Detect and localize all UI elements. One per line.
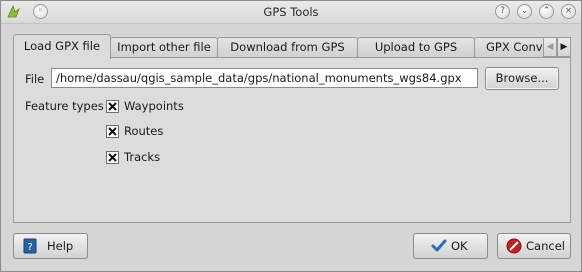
ok-button[interactable]: OK	[413, 233, 488, 259]
checkmark-icon	[108, 127, 117, 136]
tab-scroll-right-icon[interactable]: ▶	[557, 37, 571, 57]
browse-button[interactable]: Browse...	[485, 67, 559, 90]
tracks-label[interactable]: Tracks	[124, 150, 160, 164]
tab-scroll-left-icon[interactable]: ◀	[543, 37, 557, 57]
waypoints-checkbox[interactable]	[106, 100, 119, 113]
help-button[interactable]: ? Help	[13, 233, 88, 259]
waypoints-label[interactable]: Waypoints	[124, 99, 184, 113]
help-icon[interactable]: ?	[495, 4, 510, 19]
minimize-icon[interactable]: ⌄	[517, 4, 532, 19]
tracks-checkbox[interactable]	[106, 151, 119, 164]
cancel-button-label: Cancel	[526, 239, 565, 253]
feature-types-label: Feature types	[25, 99, 104, 113]
tab-gpx-conversions[interactable]: GPX Convers	[474, 37, 554, 58]
svg-text:?: ?	[27, 242, 32, 253]
routes-label[interactable]: Routes	[124, 124, 163, 138]
gps-tools-dialog: ◦ GPS Tools ? ⌄ ⌃ × Load GPX file Import…	[0, 0, 582, 272]
checkmark-icon	[431, 238, 447, 254]
tab-import-other-file[interactable]: Import other file	[110, 37, 218, 58]
title-bar[interactable]: ◦ GPS Tools ? ⌄ ⌃ ×	[1, 1, 581, 24]
routes-checkbox[interactable]	[106, 125, 119, 138]
help-button-label: Help	[47, 239, 74, 253]
cancel-icon	[506, 238, 522, 254]
checkmark-icon	[108, 153, 117, 162]
help-book-icon: ?	[22, 238, 38, 254]
file-label: File	[25, 72, 45, 86]
close-icon[interactable]: ×	[561, 4, 576, 19]
window-title: GPS Tools	[263, 5, 319, 19]
tab-upload-to-gps[interactable]: Upload to GPS	[357, 37, 475, 58]
checkmark-icon	[108, 102, 117, 111]
tab-load-gpx-file[interactable]: Load GPX file	[13, 34, 111, 59]
tab-bar: Load GPX file Import other file Download…	[13, 34, 573, 59]
file-path-input[interactable]	[51, 68, 478, 88]
maximize-icon[interactable]: ⌃	[539, 4, 554, 19]
tab-download-from-gps[interactable]: Download from GPS	[217, 37, 358, 58]
cancel-button[interactable]: Cancel	[497, 233, 571, 259]
ok-button-label: OK	[451, 239, 468, 253]
